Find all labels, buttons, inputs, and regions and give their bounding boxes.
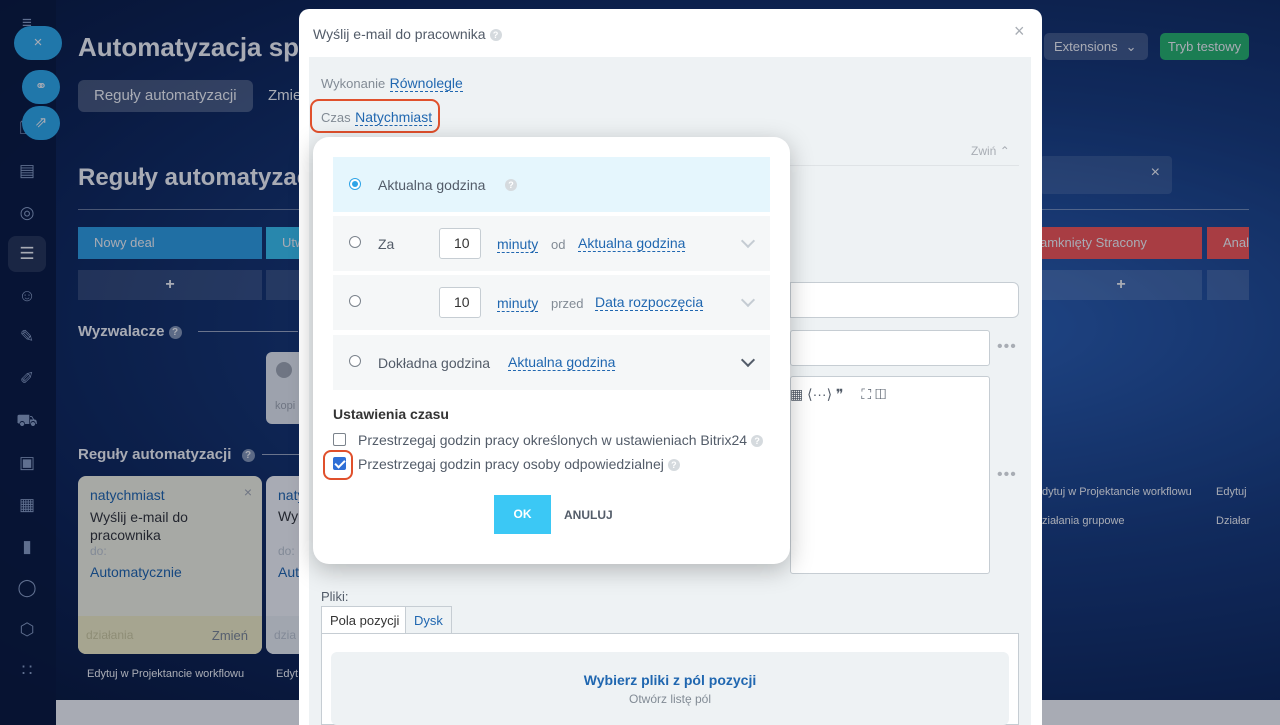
option-current-time[interactable]: Aktualna godzina ? [333, 157, 770, 212]
checkbox-label: Przestrzegaj godzin pracy osoby odpowied… [358, 456, 680, 472]
radio-current-time[interactable] [349, 178, 361, 190]
minutes-input[interactable]: 10 [439, 228, 481, 259]
option-in-minutes-from[interactable]: Za 10 minuty od Aktualna godzina [333, 216, 770, 271]
base-time-link[interactable]: Data rozpoczęcia [595, 294, 704, 311]
radio-exact-time[interactable] [349, 355, 361, 367]
chevron-down-icon[interactable] [740, 352, 756, 368]
base-time-link[interactable]: Aktualna godzina [578, 235, 686, 252]
checkbox-bitrix-work-hours[interactable] [333, 433, 346, 446]
execution-label: Wykonanie [321, 76, 386, 91]
radio-minutes-before[interactable] [349, 295, 361, 307]
fullscreen-icon[interactable]: ⛶ ◫ [861, 386, 886, 402]
checkbox-label: Przestrzegaj godzin pracy określonych w … [358, 432, 764, 448]
subject-field[interactable] [790, 282, 1019, 318]
choose-files-area[interactable] [331, 652, 1009, 725]
help-icon[interactable]: ? [751, 435, 764, 447]
files-label: Pliki: [321, 589, 349, 604]
chevron-down-icon[interactable] [740, 292, 756, 308]
collapse-button[interactable]: Zwiń ⌃ [971, 144, 1010, 158]
table-icon[interactable]: ▦ ⟨···⟩ ❞ [790, 386, 843, 402]
cancel-button[interactable]: ANULUJ [564, 508, 613, 522]
execution-row: Wykonanie Równolegle [321, 75, 463, 93]
more-options-icon[interactable]: ••• [997, 338, 1017, 356]
checkbox-responsible-work-hours[interactable] [333, 457, 346, 470]
time-settings-heading: Ustawienia czasu [333, 406, 449, 422]
chevron-down-icon[interactable] [740, 233, 756, 249]
editor-toolbar: ▦ ⟨···⟩ ❞ ⛶ ◫ [790, 386, 886, 403]
recipient-field[interactable] [790, 330, 990, 366]
exact-time-link[interactable]: Aktualna godzina [508, 354, 616, 371]
open-field-list-link[interactable]: Otwórz listę pól [331, 692, 1009, 706]
dialog-title: Wyślij e-mail do pracownika? [313, 26, 502, 42]
ok-button[interactable]: OK [494, 495, 551, 534]
minutes-input[interactable]: 10 [439, 287, 481, 318]
unit-link[interactable]: minuty [497, 295, 539, 312]
radio-in-minutes-from[interactable] [349, 236, 361, 248]
help-icon[interactable]: ? [505, 179, 517, 191]
option-exact-time[interactable]: Dokładna godzina Aktualna godzina [333, 335, 770, 390]
choose-files-title[interactable]: Wybierz pliki z pól pozycji [331, 672, 1009, 688]
option-minutes-before[interactable]: 10 minuty przed Data rozpoczęcia [333, 275, 770, 330]
highlight-ring [310, 99, 440, 133]
execution-value-link[interactable]: Równolegle [389, 75, 463, 92]
tab-drive[interactable]: Dysk [405, 606, 452, 634]
unit-link[interactable]: minuty [497, 236, 539, 253]
close-dialog-button[interactable]: × [1014, 21, 1025, 42]
message-editor[interactable] [790, 376, 990, 574]
divider [790, 165, 1019, 166]
chevron-up-icon: ⌃ [999, 144, 1010, 158]
help-icon[interactable]: ? [489, 29, 502, 41]
help-icon[interactable]: ? [667, 459, 680, 471]
more-options-icon[interactable]: ••• [997, 466, 1017, 484]
tab-item-fields[interactable]: Pola pozycji [321, 606, 409, 634]
